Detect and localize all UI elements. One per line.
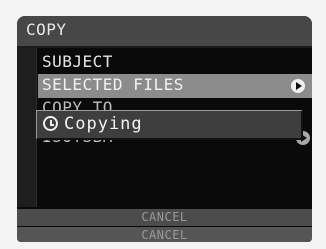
copying-progress-dialog: Copying [36,110,303,140]
subject-option-row[interactable]: SELECTED FILES [38,74,312,98]
cancel-button-secondary[interactable]: CANCEL [17,227,312,242]
copying-status-text: Copying [64,114,143,134]
cancel-label-secondary: CANCEL [141,228,188,242]
screen-title: COPY [26,20,67,39]
camera-lcd-screen: COPY SUBJECT SELECTED FILES COPY TO ISOY… [17,16,312,242]
arrow-right-icon [291,79,305,93]
subject-label: SUBJECT [42,52,113,71]
title-bar: COPY [17,16,312,48]
cancel-label: CANCEL [141,210,188,224]
cancel-button[interactable]: CANCEL [17,209,312,226]
left-menu-strip [17,48,37,207]
clock-icon [43,116,58,131]
subject-option-value: SELECTED FILES [42,75,184,94]
